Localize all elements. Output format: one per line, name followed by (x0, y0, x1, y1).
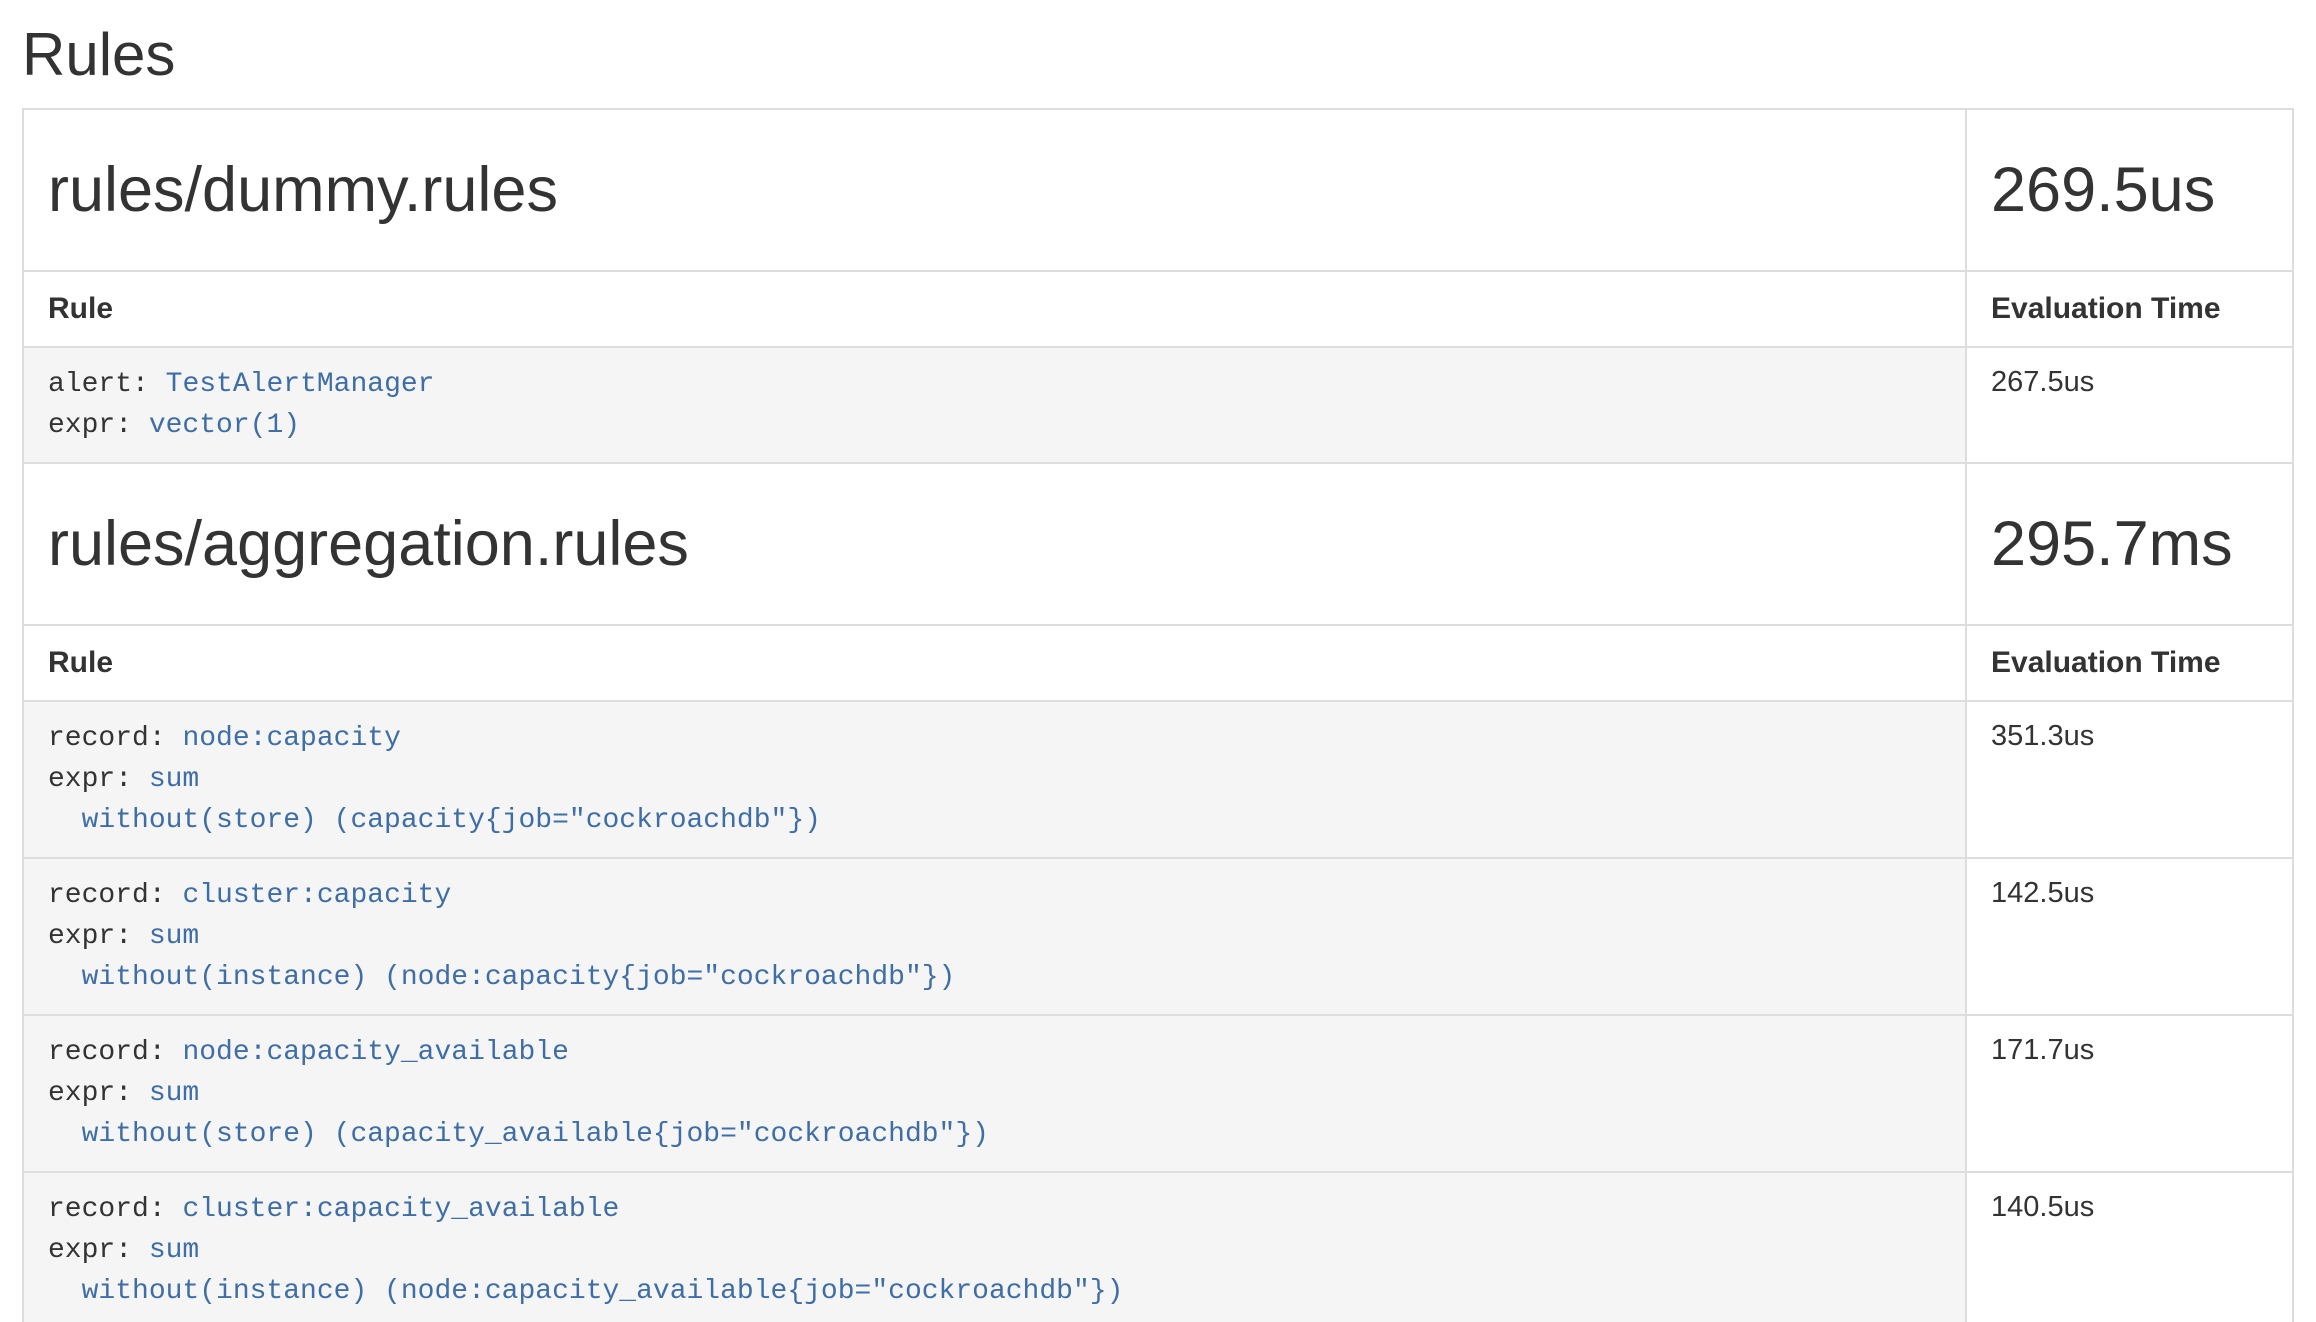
rule-cell: record: cluster:capacity_available expr:… (23, 1172, 1966, 1322)
rule-code: record: node:capacity_available expr: su… (48, 1024, 1941, 1163)
rule-column-header: Rule (23, 625, 1966, 701)
rule-link[interactable]: node:capacity (182, 723, 400, 754)
rule-column-header: Rule (23, 271, 1966, 347)
group-time-cell: 269.5us (1966, 109, 2293, 271)
evaluation-time-cell: 140.5us (1966, 1172, 2293, 1322)
rule-link[interactable]: sum without(instance) (node:capacity_ava… (48, 1235, 1123, 1307)
rule-link[interactable]: sum without(instance) (node:capacity{job… (48, 921, 955, 993)
rule-code: record: cluster:capacity expr: sum witho… (48, 867, 1941, 1006)
rule-key: expr: (48, 921, 132, 952)
rule-group-row: rules/dummy.rules 269.5us (23, 109, 2293, 271)
evaluation-time-cell: 171.7us (1966, 1015, 2293, 1172)
rule-key: record: (48, 880, 166, 911)
rule-cell: record: node:capacity expr: sum without(… (23, 701, 1966, 858)
evaluation-time-column-header: Evaluation Time (1966, 625, 2293, 701)
rule-cell: record: node:capacity_available expr: su… (23, 1015, 1966, 1172)
rule-group-row: rules/aggregation.rules 295.7ms (23, 463, 2293, 625)
rule-row: record: cluster:capacity expr: sum witho… (23, 858, 2293, 1015)
rule-key: expr: (48, 410, 132, 441)
group-evaluation-time: 295.7ms (1991, 508, 2268, 580)
evaluation-time-cell: 267.5us (1966, 347, 2293, 463)
rule-link[interactable]: cluster:capacity (182, 880, 451, 911)
group-time-cell: 295.7ms (1966, 463, 2293, 625)
group-name-cell: rules/dummy.rules (23, 109, 1966, 271)
group-name-cell: rules/aggregation.rules (23, 463, 1966, 625)
page-title: Rules (22, 22, 2294, 88)
rule-key: expr: (48, 1078, 132, 1109)
rule-key: expr: (48, 764, 132, 795)
rule-code: record: cluster:capacity_available expr:… (48, 1181, 1941, 1320)
rule-row: record: cluster:capacity_available expr:… (23, 1172, 2293, 1322)
rule-link[interactable]: TestAlertManager (166, 369, 435, 400)
rule-link[interactable]: vector(1) (149, 410, 300, 441)
group-file-name: rules/aggregation.rules (48, 508, 1941, 580)
rule-key: alert: (48, 369, 149, 400)
rule-link[interactable]: node:capacity_available (182, 1037, 568, 1068)
group-evaluation-time: 269.5us (1991, 154, 2268, 226)
rule-code: alert: TestAlertManager expr: vector(1) (48, 356, 1941, 454)
rule-link[interactable]: cluster:capacity_available (182, 1194, 619, 1225)
rule-cell: record: cluster:capacity expr: sum witho… (23, 858, 1966, 1015)
rule-row: record: node:capacity_available expr: su… (23, 1015, 2293, 1172)
group-file-name: rules/dummy.rules (48, 154, 1941, 226)
evaluation-time-cell: 351.3us (1966, 701, 2293, 858)
rule-link[interactable]: sum without(store) (capacity_available{j… (48, 1078, 989, 1150)
evaluation-time-column-header: Evaluation Time (1966, 271, 2293, 347)
rule-key: record: (48, 723, 166, 754)
rule-code: record: node:capacity expr: sum without(… (48, 710, 1941, 849)
rules-table: rules/dummy.rules269.5usRuleEvaluation T… (22, 108, 2294, 1322)
rule-row: record: node:capacity expr: sum without(… (23, 701, 2293, 858)
evaluation-time-cell: 142.5us (1966, 858, 2293, 1015)
rule-key: record: (48, 1194, 166, 1225)
page-container: Rules rules/dummy.rules269.5usRuleEvalua… (0, 22, 2316, 1322)
rule-link[interactable]: sum without(store) (capacity{job="cockro… (48, 764, 821, 836)
rule-row: alert: TestAlertManager expr: vector(1) … (23, 347, 2293, 463)
rule-cell: alert: TestAlertManager expr: vector(1) (23, 347, 1966, 463)
column-header-row: RuleEvaluation Time (23, 625, 2293, 701)
column-header-row: RuleEvaluation Time (23, 271, 2293, 347)
rule-key: expr: (48, 1235, 132, 1266)
rule-key: record: (48, 1037, 166, 1068)
